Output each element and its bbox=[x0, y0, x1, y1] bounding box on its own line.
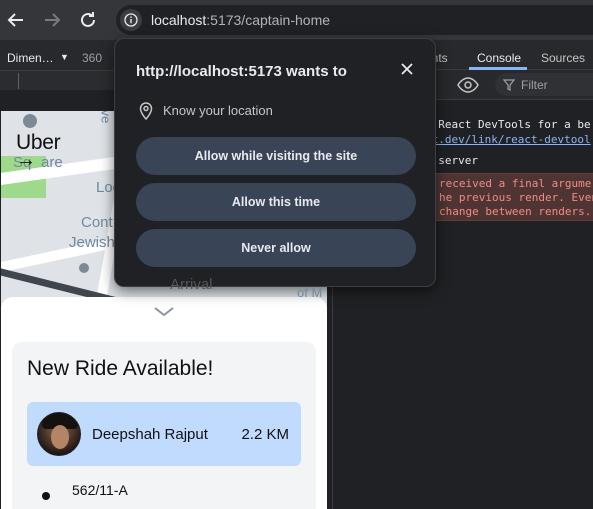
ride-title: New Ride Available! bbox=[27, 357, 214, 380]
browser-toolbar: localhost:5173/captain-home bbox=[0, 0, 593, 40]
location-permission-popup: http://localhost:5173 wants to Know your… bbox=[114, 38, 436, 287]
eye-icon[interactable] bbox=[457, 77, 479, 98]
error-line: received a final argume bbox=[439, 177, 592, 190]
never-allow-button[interactable]: Never allow bbox=[136, 229, 416, 267]
error-line: he previous render. Even bbox=[439, 191, 593, 204]
permission-request: Know your location bbox=[163, 103, 273, 118]
reload-icon[interactable] bbox=[76, 8, 100, 32]
url-text[interactable]: localhost:5173/captain-home bbox=[151, 12, 330, 28]
filter-icon bbox=[503, 79, 515, 91]
screen: localhost:5173/captain-home Dimen… ▼ 360… bbox=[0, 0, 593, 509]
location-dot-icon bbox=[42, 492, 50, 500]
url-path: :5173/captain-home bbox=[206, 12, 331, 28]
dimensions-dropdown[interactable]: Dimen… bbox=[7, 51, 54, 65]
pickup-address: 562/11-A bbox=[72, 482, 128, 498]
error-line: change between renders. bbox=[439, 205, 592, 218]
width-input[interactable]: 360 bbox=[82, 51, 102, 65]
tab-console[interactable]: Console bbox=[477, 51, 521, 65]
map-poi-icon bbox=[79, 263, 89, 273]
avatar-face bbox=[51, 425, 69, 449]
console-filter-input[interactable]: Filter bbox=[495, 73, 593, 96]
avatar bbox=[37, 412, 81, 456]
url-host: localhost bbox=[151, 12, 207, 28]
map-label: ve bbox=[98, 111, 114, 124]
allow-while-visiting-button[interactable]: Allow while visiting the site bbox=[136, 137, 416, 175]
rider-distance: 2.2 KM bbox=[241, 426, 289, 443]
rider-info: Deepshah Rajput 2.2 KM bbox=[27, 402, 301, 466]
console-message: e React DevTools for a be bbox=[425, 118, 591, 131]
allow-this-time-button[interactable]: Allow this time bbox=[136, 183, 416, 221]
map-label: Arrival bbox=[170, 276, 213, 293]
map-poi-icon bbox=[23, 114, 37, 128]
popup-title: http://localhost:5173 wants to bbox=[136, 63, 347, 80]
forward-arrow-icon[interactable] bbox=[40, 8, 64, 32]
map-label: of M bbox=[297, 285, 323, 300]
map-label: Jewish bbox=[69, 234, 115, 251]
map-label: Cont bbox=[81, 214, 113, 231]
ruler-mark bbox=[18, 73, 19, 89]
close-icon[interactable] bbox=[397, 59, 417, 79]
caret-down-icon[interactable]: ▼ bbox=[60, 52, 69, 62]
map-label: are bbox=[41, 154, 63, 171]
console-link[interactable]: ct.dev/link/react-devtool bbox=[425, 133, 591, 146]
site-info-icon[interactable] bbox=[120, 9, 142, 31]
location-pin-icon bbox=[139, 102, 153, 125]
rider-name: Deepshah Rajput bbox=[92, 426, 208, 443]
ride-sheet: New Ride Available! Deepshah Rajput 2.2 … bbox=[1, 297, 327, 509]
address-bar[interactable]: localhost:5173/captain-home bbox=[116, 5, 593, 35]
arrow-right-icon[interactable]: → bbox=[16, 149, 36, 172]
filter-placeholder: Filter bbox=[521, 78, 548, 92]
tab-sources[interactable]: Sources bbox=[541, 51, 585, 65]
back-arrow-icon[interactable] bbox=[4, 8, 28, 32]
ride-card: New Ride Available! Deepshah Rajput 2.2 … bbox=[12, 342, 316, 509]
